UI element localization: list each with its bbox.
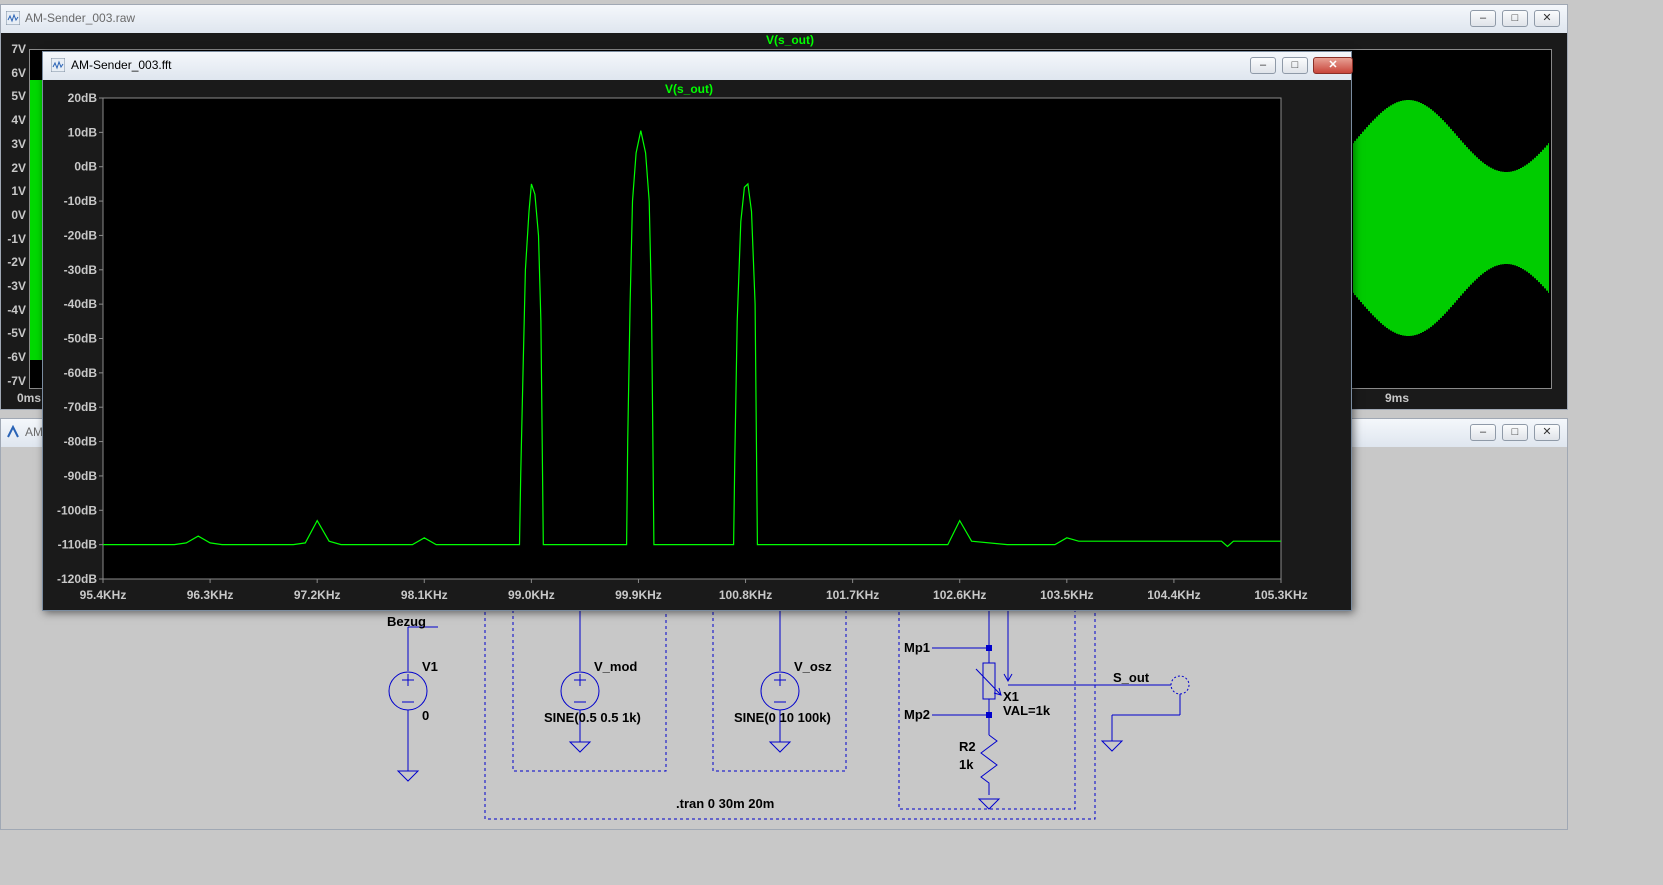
fft-x-tick-label: 96.3KHz [187, 588, 234, 602]
label-mp2: Mp2 [904, 707, 930, 722]
fft-y-tick-label: -70dB [64, 400, 98, 414]
label-r2-value: 1k [959, 757, 974, 772]
label-v1-name: V1 [422, 659, 438, 674]
raw-y-tick-7: 0V [11, 207, 26, 222]
fft-x-tick-label: 102.6KHz [933, 588, 986, 602]
fft-chart[interactable]: 20dB 10dB 0dB -10dB -20dB -30dB -40dB -50dB -60d… [43, 52, 1351, 610]
raw-y-tick-11: -4V [7, 302, 26, 317]
fft-window[interactable]: AM-Sender_003.fft – □ ✕ V(s_out) 20dB 10d… [42, 51, 1353, 611]
label-mp1: Mp1 [904, 640, 930, 655]
raw-y-tick-2: 5V [11, 89, 26, 104]
raw-trace-label[interactable]: V(s_out) [766, 33, 814, 47]
raw-window-titlebar[interactable]: AM-Sender_003.raw – □ ✕ [1, 5, 1567, 33]
raw-y-tick-4: 3V [11, 136, 26, 151]
fft-x-tick-label: 99.0KHz [508, 588, 555, 602]
fft-y-tick-label: -80dB [64, 435, 98, 449]
waveform-app-icon [6, 11, 20, 25]
fft-x-tick-label: 101.7KHz [826, 588, 879, 602]
raw-x-tick-0: 0ms [17, 391, 42, 405]
raw-y-tick-12: -5V [7, 326, 26, 341]
label-vmod-value: SINE(0.5 0.5 1k) [544, 710, 641, 725]
fft-y-tick-label: -100dB [57, 503, 97, 517]
fft-y-tick-label: -50dB [64, 332, 98, 346]
fft-y-tick-label: 20dB [68, 91, 98, 105]
fft-y-tick-label: -40dB [64, 297, 98, 311]
raw-waveform-trace [1353, 100, 1549, 336]
raw-waveform-right [1353, 100, 1549, 336]
label-vosz-value: SINE(0 10 100k) [734, 710, 831, 725]
raw-window-title: AM-Sender_003.raw [25, 11, 136, 25]
label-tran-directive: .tran 0 30m 20m [676, 796, 774, 811]
fft-y-tick-label: -120dB [57, 572, 97, 586]
raw-y-tick-5: 2V [11, 160, 26, 175]
raw-y-tick-8: -1V [7, 231, 26, 246]
fft-y-tick-label: -10dB [64, 194, 98, 208]
fft-y-tick-label: 0dB [74, 160, 97, 174]
fft-x-tick-label: 100.8KHz [719, 588, 772, 602]
fft-x-tick-label: 98.1KHz [401, 588, 448, 602]
label-v1-value: 0 [422, 708, 429, 723]
fft-y-tick-label: -30dB [64, 263, 98, 277]
fft-plot-area[interactable] [102, 97, 1282, 580]
raw-y-tick-1: 6V [11, 65, 26, 80]
raw-x-tick-1: 9ms [1385, 391, 1410, 405]
maximize-button[interactable]: □ [1502, 10, 1528, 27]
raw-y-tick-13: -6V [7, 350, 26, 365]
fft-y-tick-label: -20dB [64, 228, 98, 242]
raw-y-tick-0: 7V [11, 42, 26, 56]
fft-x-tick-label: 95.4KHz [80, 588, 127, 602]
fft-x-tick-label: 97.2KHz [294, 588, 341, 602]
fft-x-tick-label: 103.5KHz [1040, 588, 1093, 602]
fft-y-tick-label: 10dB [68, 125, 98, 139]
raw-y-tick-10: -3V [7, 279, 26, 293]
label-vmod-name: V_mod [594, 659, 637, 674]
fft-y-tick-label: -110dB [58, 538, 98, 552]
label-bezug: Bezug [387, 614, 426, 629]
raw-y-tick-9: -2V [7, 255, 26, 270]
fft-y-tick-label: -60dB [64, 366, 98, 380]
fft-x-tick-label: 105.3KHz [1254, 588, 1307, 602]
label-r2-name: R2 [959, 739, 976, 754]
label-x1-name: X1 [1003, 689, 1019, 704]
fft-x-tick-label: 99.9KHz [615, 588, 662, 602]
close-button[interactable]: ✕ [1534, 10, 1560, 27]
raw-y-tick-14: -7V [7, 373, 26, 388]
minimize-button[interactable]: – [1470, 10, 1496, 27]
raw-y-tick-3: 4V [11, 113, 26, 128]
label-x1-value: VAL=1k [1003, 703, 1051, 718]
fft-y-tick-label: -90dB [64, 469, 98, 483]
label-s-out: S_out [1113, 670, 1150, 685]
fft-x-tick-label: 104.4KHz [1147, 588, 1200, 602]
raw-y-tick-6: 1V [11, 184, 26, 199]
label-vosz-name: V_osz [794, 659, 832, 674]
